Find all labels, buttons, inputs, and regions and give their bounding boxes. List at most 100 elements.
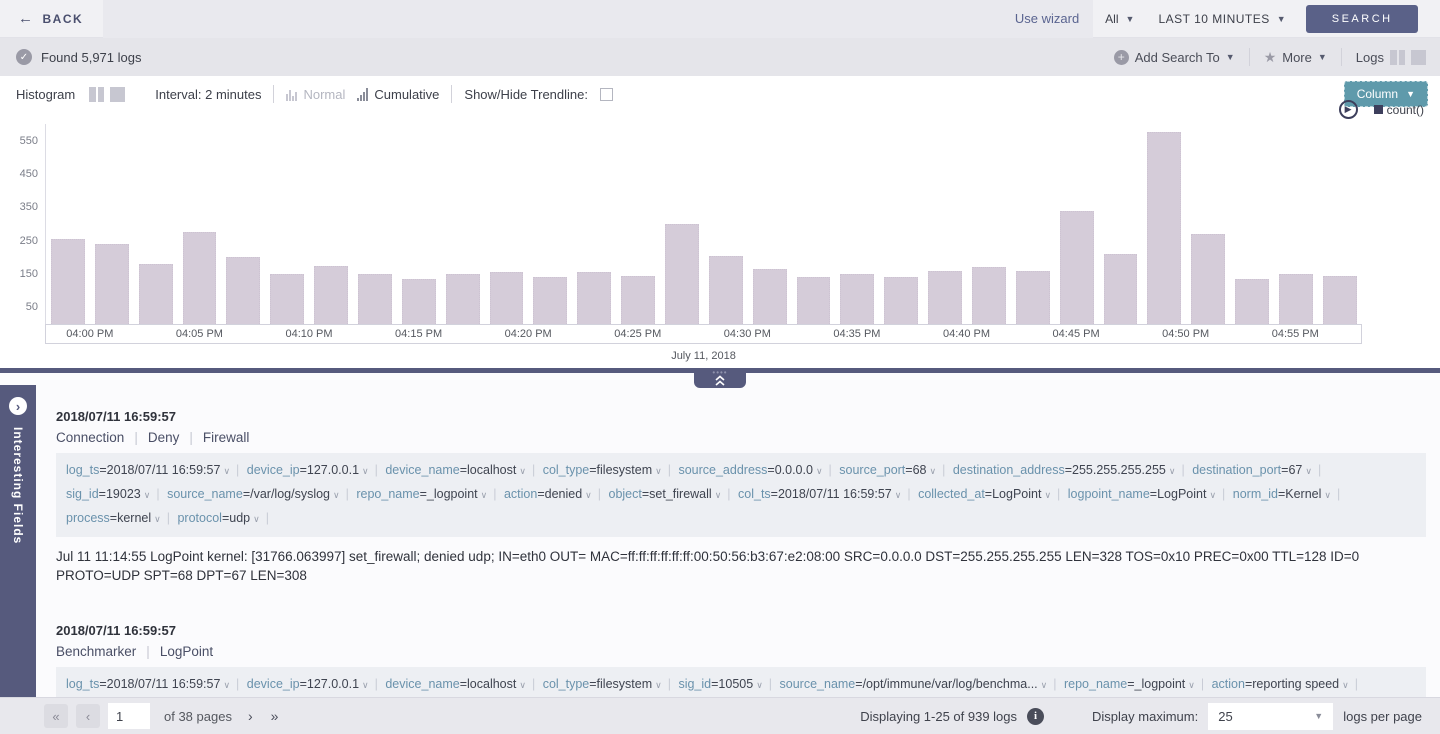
log-field-dropdown[interactable]: process=kernel∨ — [66, 511, 163, 525]
log-field-dropdown[interactable]: log_ts=2018/07/11 16:59:57∨ — [66, 463, 232, 477]
use-wizard-link[interactable]: Use wizard — [1015, 11, 1093, 26]
log-field-dropdown[interactable]: device_ip=127.0.0.1∨ — [247, 463, 371, 477]
play-icon[interactable]: ▶ — [1339, 100, 1358, 119]
log-field-dropdown[interactable]: collected_at=LogPoint∨ — [918, 487, 1053, 501]
histogram-bar[interactable] — [577, 272, 611, 324]
log-raw-message[interactable]: Jul 11 11:14:55 LogPoint kernel: [31766.… — [56, 547, 1426, 585]
chevron-down-icon: ∨ — [582, 490, 594, 500]
histogram-bar[interactable] — [226, 257, 260, 324]
histogram-bar[interactable] — [665, 224, 699, 324]
search-button[interactable]: SEARCH — [1306, 5, 1418, 33]
histogram-bar[interactable] — [270, 274, 304, 324]
log-field-dropdown[interactable]: device_name=localhost∨ — [385, 463, 528, 477]
log-field-dropdown[interactable]: destination_port=67∨ — [1192, 463, 1314, 477]
split-view-icon[interactable] — [1390, 50, 1405, 65]
log-field-dropdown[interactable]: destination_address=255.255.255.255∨ — [953, 463, 1178, 477]
add-search-to-dropdown[interactable]: + Add Search To ▼ — [1114, 50, 1235, 65]
histogram-bar[interactable] — [51, 239, 85, 324]
log-tag[interactable]: Benchmarker — [56, 644, 136, 659]
histogram-bar[interactable] — [358, 274, 392, 324]
histogram-bar[interactable] — [490, 272, 524, 324]
field-separator: | — [594, 487, 605, 501]
histogram-bar[interactable] — [972, 267, 1006, 324]
log-field-dropdown[interactable]: device_ip=127.0.0.1∨ — [247, 677, 371, 691]
histogram-bar[interactable] — [797, 277, 831, 324]
histogram-bar[interactable] — [1016, 271, 1050, 324]
histogram-bar[interactable] — [402, 279, 436, 324]
interesting-fields-sidebar[interactable]: › Interesting Fields — [0, 385, 36, 697]
divider — [451, 85, 452, 103]
log-field-dropdown[interactable]: source_name=/var/log/syslog∨ — [167, 487, 342, 501]
trendline-checkbox[interactable] — [600, 88, 613, 101]
full-view-icon[interactable] — [1411, 50, 1426, 65]
x-axis[interactable]: 04:00 PM04:05 PM04:10 PM04:15 PM04:20 PM… — [45, 324, 1362, 344]
search-scope-dropdown[interactable]: All ▼ — [1093, 12, 1146, 26]
info-icon[interactable]: i — [1027, 708, 1044, 725]
logs-per-page-label: logs per page — [1343, 709, 1422, 724]
log-tag[interactable]: Deny — [148, 430, 180, 445]
time-range-dropdown[interactable]: LAST 10 MINUTES ▼ — [1146, 12, 1298, 26]
next-page-button[interactable]: › — [248, 708, 253, 724]
histogram-bar[interactable] — [884, 277, 918, 324]
log-field-dropdown[interactable]: col_ts=2018/07/11 16:59:57∨ — [738, 487, 903, 501]
chevron-down-icon: ∨ — [516, 680, 528, 690]
log-field-dropdown[interactable]: source_name=/opt/immune/var/log/benchma.… — [780, 677, 1050, 691]
log-field-dropdown[interactable]: col_type=filesystem∨ — [543, 463, 664, 477]
histogram-bar[interactable] — [139, 264, 173, 324]
previous-page-button[interactable]: ‹ — [76, 704, 100, 728]
page-number-input[interactable] — [108, 703, 150, 729]
histogram-bar[interactable] — [314, 266, 348, 324]
log-field-dropdown[interactable]: device_name=localhost∨ — [385, 677, 528, 691]
log-tag[interactable]: Firewall — [203, 430, 250, 445]
log-field-dropdown[interactable]: action=reporting speed∨ — [1212, 677, 1351, 691]
histogram-bar[interactable] — [1191, 234, 1225, 324]
log-field-dropdown[interactable]: log_ts=2018/07/11 16:59:57∨ — [66, 677, 232, 691]
collapse-histogram-button[interactable]: •••• — [694, 373, 746, 388]
histogram-bar[interactable] — [183, 232, 217, 324]
histogram-bar[interactable] — [446, 274, 480, 324]
histogram-bar[interactable] — [1147, 132, 1181, 324]
histogram-split-view-icon[interactable] — [89, 87, 104, 102]
chevron-down-icon: ∨ — [892, 490, 904, 500]
log-field-dropdown[interactable]: source_port=68∨ — [839, 463, 938, 477]
log-field-dropdown[interactable]: source_address=0.0.0.0∨ — [678, 463, 824, 477]
histogram-bar[interactable] — [928, 271, 962, 324]
log-field-dropdown[interactable]: logpoint_name=LogPoint∨ — [1068, 487, 1218, 501]
chevron-down-icon: ▼ — [1277, 14, 1286, 24]
histogram-bar[interactable] — [753, 269, 787, 324]
histogram-bar[interactable] — [95, 244, 129, 324]
legend-item-count[interactable]: count() — [1374, 103, 1424, 117]
log-field-dropdown[interactable]: repo_name=_logpoint∨ — [356, 487, 489, 501]
log-field-dropdown[interactable]: repo_name=_logpoint∨ — [1064, 677, 1197, 691]
log-field-dropdown[interactable]: sig_id=19023∨ — [66, 487, 152, 501]
histogram-bar[interactable] — [1279, 274, 1313, 324]
log-field-dropdown[interactable]: norm_id=Kernel∨ — [1233, 487, 1333, 501]
display-maximum-dropdown[interactable]: 25 ▼ — [1208, 703, 1333, 730]
last-page-button[interactable]: » — [271, 708, 279, 724]
histogram-full-view-icon[interactable] — [110, 87, 125, 102]
expand-sidebar-icon[interactable]: › — [9, 397, 27, 415]
histogram-bar[interactable] — [840, 274, 874, 324]
histogram-bar[interactable] — [533, 277, 567, 324]
log-tag[interactable]: Connection — [56, 430, 124, 445]
histogram-bar[interactable] — [621, 276, 655, 324]
log-field-dropdown[interactable]: protocol=udp∨ — [177, 511, 261, 525]
log-tag[interactable]: LogPoint — [160, 644, 213, 659]
histogram-bar[interactable] — [1235, 279, 1269, 324]
histogram-bar[interactable] — [1323, 276, 1357, 324]
more-dropdown[interactable]: ★ More ▼ — [1264, 49, 1327, 66]
histogram-bar[interactable] — [709, 256, 743, 324]
chevron-down-icon: ∨ — [927, 466, 939, 476]
cumulative-mode-button[interactable]: Cumulative — [357, 87, 439, 102]
first-page-button[interactable]: « — [44, 704, 68, 728]
normal-mode-button[interactable]: Normal — [286, 87, 345, 102]
histogram-bar[interactable] — [1060, 211, 1094, 324]
log-field-dropdown[interactable]: action=denied∨ — [504, 487, 594, 501]
log-field-dropdown[interactable]: object=set_firewall∨ — [609, 487, 724, 501]
field-separator: | — [938, 463, 949, 477]
log-field-dropdown[interactable]: sig_id=10505∨ — [678, 677, 764, 691]
back-button[interactable]: ← BACK — [0, 10, 103, 27]
log-field-dropdown[interactable]: col_type=filesystem∨ — [543, 677, 664, 691]
histogram-bar[interactable] — [1104, 254, 1138, 324]
search-query-input[interactable]: Use wizard — [103, 0, 1093, 38]
